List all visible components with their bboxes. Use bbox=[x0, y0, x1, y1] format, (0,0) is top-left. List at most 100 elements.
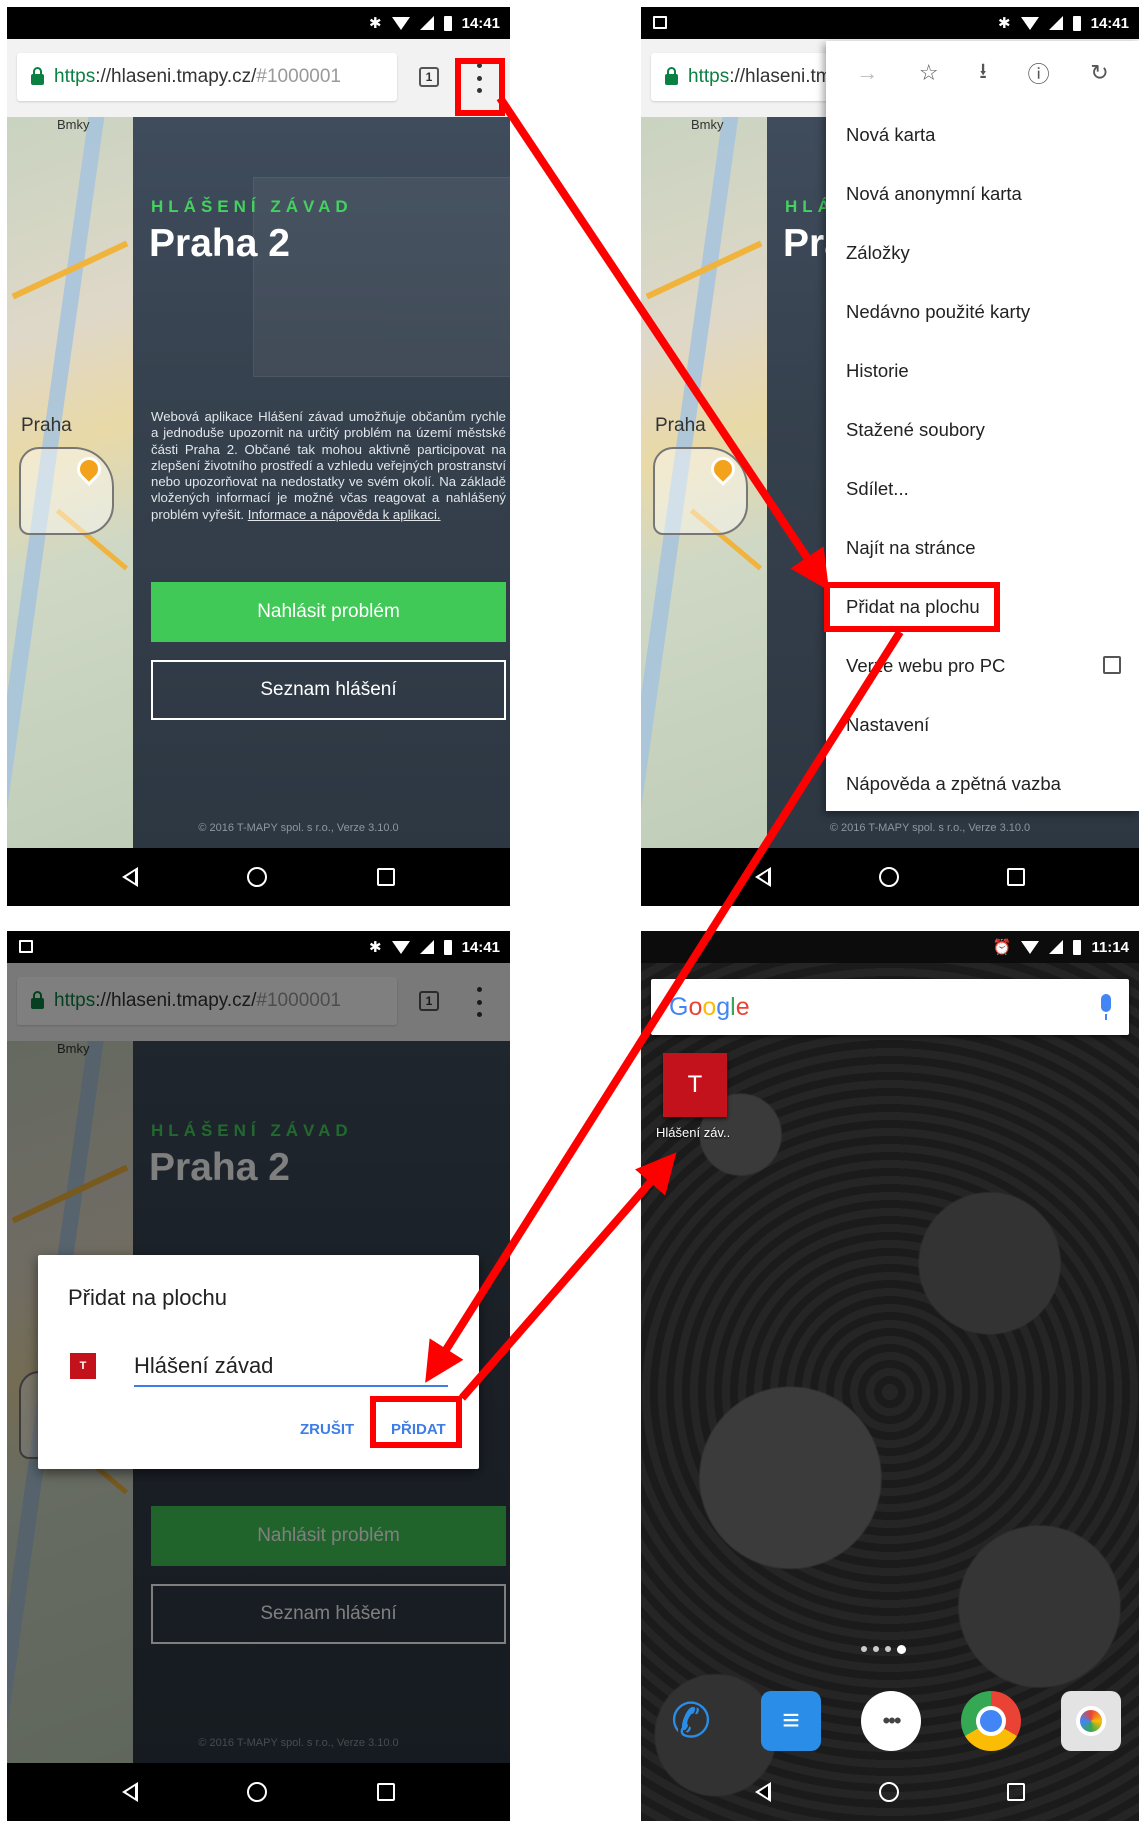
screen-browser-menu: ✱ 14:41 https://hlaseni.tmapy.cz/ Bmky P… bbox=[641, 7, 1139, 906]
home-icon[interactable] bbox=[247, 867, 268, 887]
back-icon[interactable] bbox=[755, 1782, 771, 1802]
back-icon[interactable] bbox=[755, 867, 771, 887]
help-link[interactable]: Informace a nápověda k aplikaci. bbox=[248, 507, 441, 522]
bookmark-star-icon[interactable]: ☆ bbox=[919, 60, 939, 86]
menu-toolbar: → ☆ ⭳ ⓘ ↻ bbox=[826, 41, 1139, 105]
map-panel: Bmky Praha bbox=[641, 117, 767, 848]
messages-app-icon[interactable]: ≡ bbox=[761, 1691, 821, 1751]
google-logo-letter: G bbox=[669, 992, 689, 1021]
menu-item-share[interactable]: Sdílet... bbox=[826, 459, 1139, 518]
battery-icon bbox=[1073, 939, 1082, 955]
status-time: 11:14 bbox=[1091, 938, 1129, 956]
bluetooth-icon: ✱ bbox=[998, 15, 1011, 32]
recents-icon[interactable] bbox=[377, 868, 396, 886]
map-label-city: Praha bbox=[21, 415, 72, 436]
battery-icon bbox=[1072, 15, 1081, 31]
page-indicator bbox=[861, 1645, 906, 1654]
address-bar: https://hlaseni.tmapy.cz/#1000001 1 bbox=[7, 39, 510, 117]
description-text: Webová aplikace Hlášení závad umožňuje o… bbox=[151, 409, 506, 522]
back-icon[interactable] bbox=[121, 1782, 138, 1802]
map-label-city: Praha bbox=[655, 415, 706, 436]
notification-image-icon bbox=[653, 16, 667, 29]
tab-switcher-button[interactable]: 1 bbox=[419, 67, 439, 87]
back-icon[interactable] bbox=[121, 867, 138, 887]
google-logo-letter: o bbox=[688, 992, 703, 1021]
desktop-site-checkbox[interactable] bbox=[1103, 656, 1121, 674]
lock-icon bbox=[665, 66, 678, 85]
recents-icon[interactable] bbox=[1007, 868, 1025, 886]
android-nav-bar bbox=[641, 848, 1139, 906]
mic-icon[interactable] bbox=[1101, 994, 1111, 1020]
info-icon[interactable]: ⓘ bbox=[1028, 57, 1050, 89]
home-icon[interactable] bbox=[247, 1782, 268, 1802]
site-favicon-icon: T bbox=[70, 1353, 96, 1379]
status-bar: ⏰ 11:14 bbox=[641, 931, 1139, 963]
url-host: ://hlaseni.tmapy.cz/ bbox=[95, 66, 257, 87]
menu-item-downloads[interactable]: Stažené soubory bbox=[826, 400, 1139, 459]
menu-item-bookmarks[interactable]: Záložky bbox=[826, 223, 1139, 282]
menu-item-new-tab[interactable]: Nová karta bbox=[826, 105, 1139, 164]
android-nav-bar bbox=[641, 1763, 1139, 1821]
menu-item-desktop-site[interactable]: Verze webu pro PC bbox=[826, 636, 1139, 695]
alarm-icon: ⏰ bbox=[992, 939, 1012, 956]
bluetooth-icon: ✱ bbox=[369, 939, 382, 956]
download-icon[interactable]: ⭳ bbox=[979, 54, 987, 92]
highlight-add-button bbox=[370, 1396, 462, 1448]
bluetooth-icon: ✱ bbox=[369, 15, 382, 32]
highlight-kebab-menu bbox=[455, 58, 505, 116]
recents-icon[interactable] bbox=[377, 1783, 396, 1801]
recents-icon[interactable] bbox=[1007, 1783, 1025, 1801]
lock-icon bbox=[31, 66, 44, 85]
cancel-button[interactable]: ZRUŠIT bbox=[300, 1421, 354, 1438]
menu-item-history[interactable]: Historie bbox=[826, 341, 1139, 400]
reload-icon[interactable]: ↻ bbox=[1090, 60, 1108, 86]
status-time: 14:41 bbox=[461, 938, 500, 956]
status-bar: ✱ 14:41 bbox=[7, 931, 510, 963]
battery-icon bbox=[443, 939, 452, 955]
status-time: 14:41 bbox=[461, 14, 500, 32]
report-list-button[interactable]: Seznam hlášení bbox=[151, 660, 506, 720]
page-footer: © 2016 T-MAPY spol. s r.o., Verze 3.10.0 bbox=[829, 822, 1031, 834]
menu-item-incognito-tab[interactable]: Nová anonymní karta bbox=[826, 164, 1139, 223]
screen-browser-page: ✱ 14:41 https://hlaseni.tmapy.cz/#100000… bbox=[7, 7, 510, 906]
district-outline bbox=[653, 447, 748, 535]
menu-item-settings[interactable]: Nastavení bbox=[826, 695, 1139, 754]
url-field[interactable]: https://hlaseni.tmapy.cz/#1000001 bbox=[17, 53, 397, 101]
wifi-icon bbox=[1020, 16, 1039, 30]
shortcut-app-icon[interactable]: T bbox=[663, 1053, 727, 1117]
url-hash: #1000001 bbox=[256, 66, 341, 87]
chrome-app-icon[interactable] bbox=[961, 1691, 1021, 1751]
wifi-icon bbox=[391, 16, 410, 30]
signal-icon bbox=[1048, 16, 1063, 30]
report-problem-button[interactable]: Nahlásit problém bbox=[151, 582, 506, 642]
screen-add-dialog: ✱ 14:41 https://hlaseni.tmapy.cz/#100000… bbox=[7, 931, 510, 1821]
menu-item-recent-tabs[interactable]: Nedávno použité karty bbox=[826, 282, 1139, 341]
phone-app-icon[interactable]: ✆ bbox=[661, 1691, 721, 1751]
google-logo-letter: g bbox=[716, 992, 731, 1021]
wifi-icon bbox=[391, 940, 410, 954]
signal-icon bbox=[419, 16, 434, 30]
menu-item-find-in-page[interactable]: Najít na stránce bbox=[826, 518, 1139, 577]
camera-app-icon[interactable] bbox=[1061, 1691, 1121, 1751]
dialog-title: Přidat na plochu bbox=[68, 1285, 227, 1310]
map-label: Bmky bbox=[57, 117, 90, 132]
google-search-bar[interactable]: Google bbox=[651, 979, 1129, 1035]
page-description: Webová aplikace Hlášení závad umožňuje o… bbox=[151, 409, 506, 523]
status-bar: ✱ 14:41 bbox=[641, 7, 1139, 39]
page-footer: © 2016 T-MAPY spol. s r.o., Verze 3.10.0 bbox=[198, 822, 399, 834]
app-dock: ✆ ≡ ••• bbox=[661, 1681, 1121, 1761]
shortcut-name-input[interactable]: Hlášení závad bbox=[134, 1347, 448, 1387]
browser-overflow-menu: → ☆ ⭳ ⓘ ↻ Nová karta Nová anonymní karta… bbox=[826, 41, 1139, 811]
home-icon[interactable] bbox=[879, 867, 899, 887]
battery-icon bbox=[443, 15, 452, 31]
notification-image-icon bbox=[19, 940, 33, 953]
wifi-icon bbox=[1021, 940, 1040, 954]
google-logo-letter: o bbox=[702, 992, 717, 1021]
menu-item-help-feedback[interactable]: Nápověda a zpětná vazba bbox=[826, 754, 1139, 813]
home-icon[interactable] bbox=[879, 1782, 899, 1802]
page-title: Praha 2 bbox=[149, 222, 290, 265]
highlight-add-to-home bbox=[824, 582, 1000, 632]
forward-icon[interactable]: → bbox=[856, 60, 878, 86]
app-drawer-icon[interactable]: ••• bbox=[861, 1691, 921, 1751]
android-nav-bar bbox=[7, 1763, 510, 1821]
